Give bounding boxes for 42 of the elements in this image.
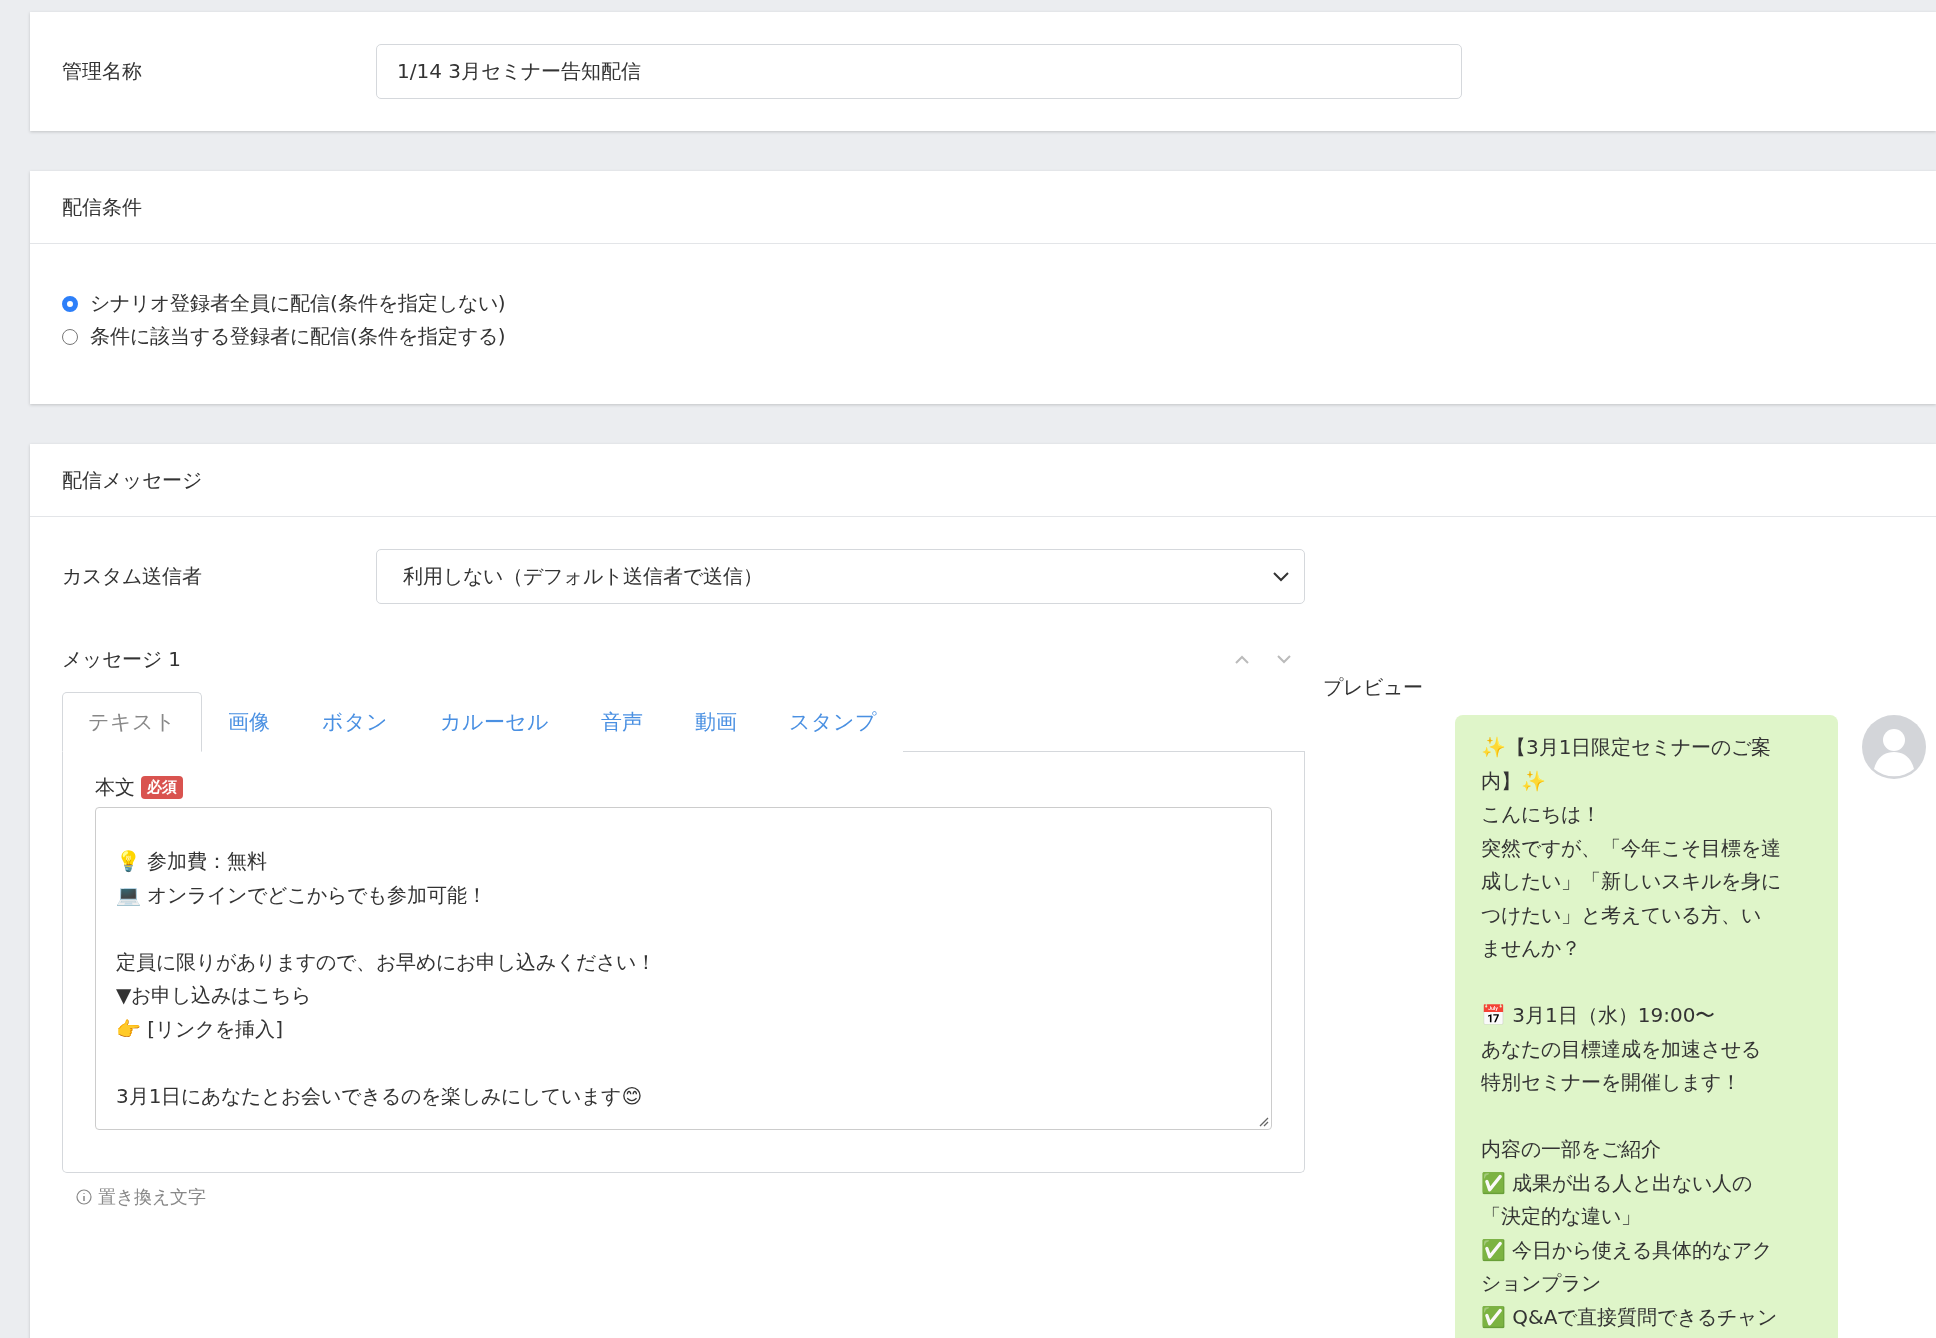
message-line: 📅 3月1日（水）19:00〜 (1481, 1002, 1717, 1029)
section-title: 配信条件 (30, 171, 1936, 244)
text-line: 💻 オンラインでどこからでも参加可能！ (116, 881, 489, 909)
message-title: メッセージ 1 (62, 645, 182, 673)
message-line: 突然ですが、「今年こそ目標を達 (1481, 834, 1782, 862)
message-line: 特別セミナーを開催します！ (1481, 1069, 1742, 1096)
message-line: ✅ 成果が出る人と出ない人の (1481, 1169, 1754, 1197)
required-badge: 必須 (141, 776, 183, 799)
message-line: 成したい」「新しいスキルを身に (1481, 868, 1782, 895)
message-line: ませんか？ (1481, 935, 1582, 962)
text-line: 定員に限りがありますので、お早めにお申し込みください！ (116, 948, 657, 976)
message-line: 内】✨ (1481, 767, 1547, 795)
message-line: ションプラン (1481, 1270, 1602, 1297)
info-icon (76, 1189, 92, 1205)
avatar-icon (1862, 715, 1926, 779)
message-line: ✅ 今日から使える具体的なアク (1481, 1236, 1774, 1264)
radio-label[interactable]: 条件に該当する登録者に配信(条件を指定する) (90, 323, 506, 350)
preview-label: プレビュー (1323, 674, 1424, 701)
name-input[interactable]: 1/14 3月セミナー告知配信 (376, 44, 1462, 99)
message-textarea[interactable]: 💡 参加費：無料 💻 オンラインでどこからでも参加可能！ 定員に限りがありますので、お早めにお申し込みください！ ▼お申し込みはこちら 👉 [リンクを挿入] 3月1日にあなたとお会いできるのを楽しみにしています😊 (95, 807, 1272, 1130)
text-line: 💡 参加費：無料 (116, 848, 269, 875)
text-line: 👉 [リンクを挿入] (116, 1015, 284, 1043)
message-line: ✨【3月1日限定セミナーのご案 (1481, 734, 1773, 761)
message-line: 内容の一部をご紹介 (1481, 1136, 1662, 1163)
field-label: カスタム送信者 (62, 563, 203, 590)
sender-select[interactable]: 利用しない（デフォルト送信者で送信） (376, 549, 1305, 604)
field-label: 管理名称 (62, 58, 143, 85)
message-line: ✅ Q&Aで直接質問できるチャン (1481, 1303, 1779, 1331)
tab[interactable]: テキスト (62, 692, 202, 752)
chevron-down-icon (1272, 570, 1290, 583)
resize-grip-icon[interactable] (1257, 1115, 1269, 1127)
field-label: 本文 (95, 774, 135, 801)
text-line: 3月1日にあなたとお会いできるのを楽しみにしています😊 (116, 1082, 644, 1110)
section-title: 配信メッセージ (30, 444, 1936, 517)
radio-button[interactable] (62, 295, 78, 312)
message-line: つけたい」と考えている方、い (1481, 901, 1762, 929)
replace-text-link[interactable]: 置き換え文字 (76, 1185, 206, 1209)
message-line: あなたの目標達成を加速させる (1481, 1035, 1762, 1063)
message-line: 「決定的な違い」 (1481, 1203, 1642, 1230)
message-line: こんにちは！ (1481, 801, 1602, 828)
text-line: ▼お申し込みはこちら (116, 982, 313, 1009)
radio-label[interactable]: シナリオ登録者全員に配信(条件を指定しない) (90, 290, 506, 317)
